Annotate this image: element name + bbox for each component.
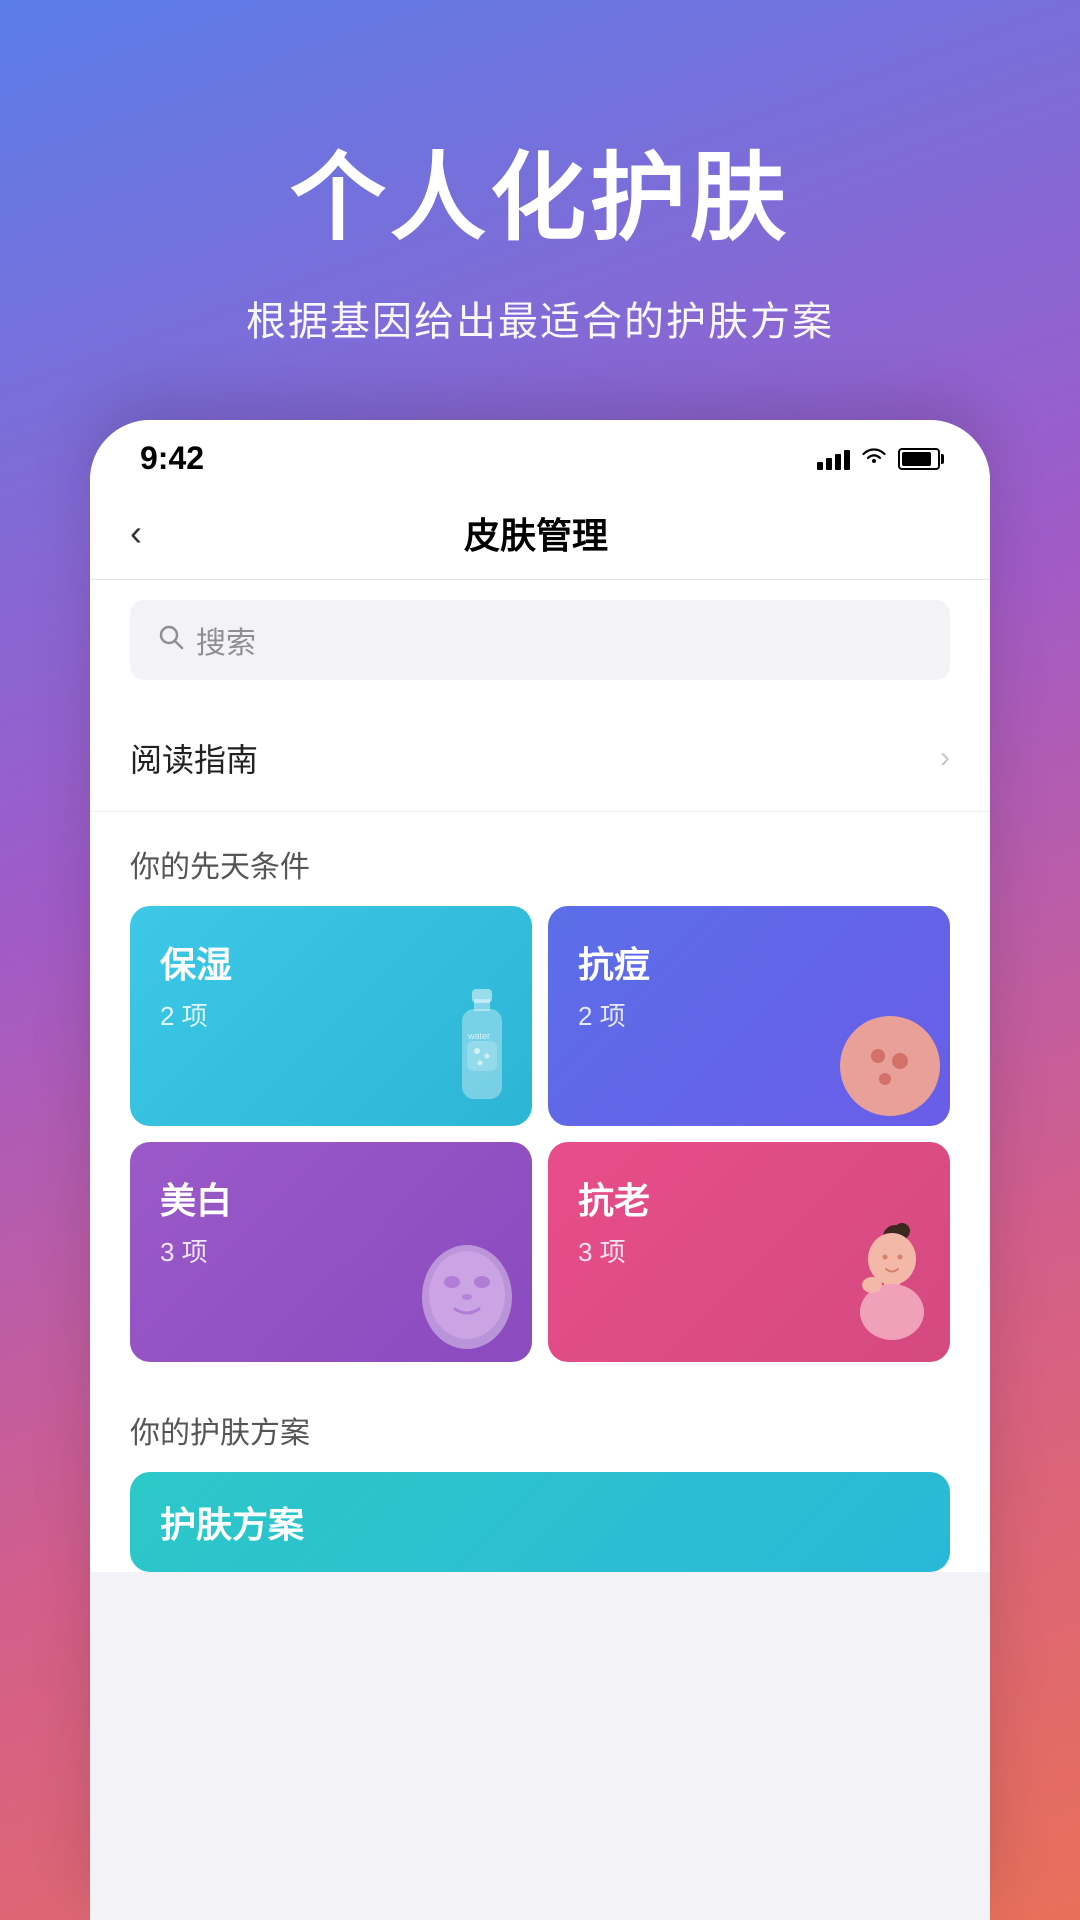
sub-title: 根据基因给出最适合的护肤方案 xyxy=(80,289,1000,347)
search-bar[interactable]: 搜索 xyxy=(130,600,950,680)
chevron-right-icon: › xyxy=(940,741,950,775)
wifi-icon xyxy=(860,445,888,473)
guide-label: 阅读指南 xyxy=(130,735,258,781)
skincare-section: 你的护肤方案 护肤方案 xyxy=(90,1378,990,1572)
card-anti-acne-title: 抗痘 xyxy=(578,936,920,988)
status-time: 9:42 xyxy=(140,440,204,477)
battery-icon xyxy=(898,448,940,470)
card-whitening[interactable]: 美白 3 项 xyxy=(130,1142,532,1362)
back-button[interactable]: ‹ xyxy=(130,507,162,559)
status-icons xyxy=(817,445,940,473)
mask-illustration xyxy=(392,1227,522,1362)
card-whitening-title: 美白 xyxy=(160,1172,502,1224)
phone-mockup: 9:42 ‹ 皮肤管理 xyxy=(90,420,990,1920)
guide-section[interactable]: 阅读指南 › xyxy=(90,705,990,812)
card-anti-acne[interactable]: 抗痘 2 项 xyxy=(548,906,950,1126)
skincare-card-title: 护肤方案 xyxy=(160,1496,304,1548)
acne-face-illustration xyxy=(820,991,940,1126)
svg-text:water: water xyxy=(467,1031,490,1041)
status-bar: 9:42 xyxy=(90,420,990,487)
main-title: 个人化护肤 xyxy=(80,120,1000,259)
innate-section-title: 你的先天条件 xyxy=(130,851,310,884)
search-section: 搜索 xyxy=(90,580,990,705)
nav-bar: ‹ 皮肤管理 xyxy=(90,487,990,580)
cards-grid: 保湿 2 项 xyxy=(90,906,990,1378)
signal-icon xyxy=(817,448,850,470)
header-section: 个人化护肤 根据基因给出最适合的护肤方案 xyxy=(0,0,1080,407)
person-illustration xyxy=(830,1217,940,1362)
card-moisturize[interactable]: 保湿 2 项 xyxy=(130,906,532,1126)
innate-section-header: 你的先天条件 xyxy=(90,812,990,906)
card-anti-aging[interactable]: 抗老 3 项 xyxy=(548,1142,950,1362)
search-placeholder: 搜索 xyxy=(196,618,256,662)
skincare-card[interactable]: 护肤方案 xyxy=(130,1472,950,1572)
skincare-section-title: 你的护肤方案 xyxy=(130,1408,950,1452)
content-area: 阅读指南 › 你的先天条件 保湿 2 项 xyxy=(90,705,990,1572)
water-bottle-illustration: water xyxy=(442,981,522,1126)
search-icon xyxy=(158,624,184,657)
nav-title: 皮肤管理 xyxy=(162,507,910,559)
